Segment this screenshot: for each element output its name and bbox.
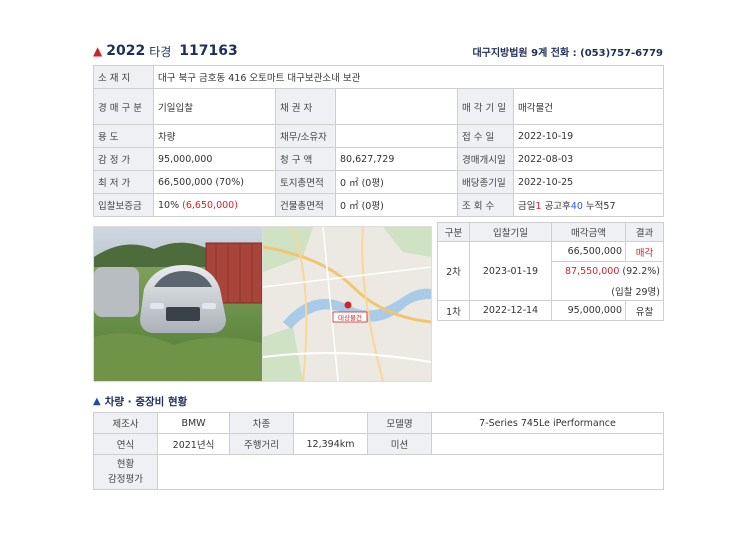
model-value: 7-Series 745Le iPerformance <box>431 412 664 434</box>
receipt-value: 2022-10-19 <box>512 124 665 148</box>
location-map[interactable]: 대상물건 <box>262 226 432 382</box>
map-marker-label: 대상물건 <box>338 313 362 322</box>
dividend-date-value: 2022-10-25 <box>512 170 665 194</box>
bid-round-1: 1차 <box>437 300 470 321</box>
arrow-up-icon: ▲ <box>93 44 103 58</box>
type-label: 차종 <box>229 412 294 434</box>
bid-header-date: 입찰기일 <box>469 222 552 242</box>
vehicle-table: 제조사 BMW 차종 모델명 7-Series 745Le iPerforman… <box>93 412 664 490</box>
map-marker-icon <box>344 301 352 309</box>
bid-history-table: 구분 입찰기일 매각금액 결과 2차 2023-01-19 66,500,000… <box>437 222 664 321</box>
sale-date-label: 매 각 기 일 <box>457 88 514 125</box>
status-appraisal-label: 현황 감정평가 <box>93 454 158 490</box>
views-value: 금일1 공고후40 누적57 <box>512 193 665 217</box>
vehicle-title-text: 차량 · 중장비 현황 <box>104 396 188 408</box>
creditor-value <box>335 88 458 125</box>
model-label: 모델명 <box>367 412 432 434</box>
auction-type-value: 기일입찰 <box>153 88 276 125</box>
appraisal-value: 95,000,000 <box>153 147 276 171</box>
bid-date-1: 2022-12-14 <box>469 300 552 321</box>
bid-bidders-2: (입찰 29명) <box>551 281 664 301</box>
maker-value: BMW <box>157 412 230 434</box>
views-notice-label: 공고후 <box>544 201 571 212</box>
map-image: 대상물건 <box>263 227 431 381</box>
case-year: 2022 <box>106 43 146 59</box>
views-total: 57 <box>603 201 616 212</box>
bid-header-amount: 매각금액 <box>551 222 626 242</box>
location-value: 대구 북구 금호동 416 오토마트 대구보관소내 보관 <box>152 65 665 89</box>
deposit-pct: 10% <box>158 199 180 211</box>
deposit-value: 10% (6,650,000) <box>153 193 276 217</box>
bid-result-2: 매각 <box>625 241 664 262</box>
case-kind: 타경 <box>149 44 172 59</box>
vehicle-photo[interactable] <box>93 226 263 382</box>
min-price-value: 66,500,000 (70%) <box>153 170 276 194</box>
bid-result-1: 유찰 <box>625 300 664 321</box>
views-total-label: 누적 <box>585 201 604 212</box>
building-area-label: 건물총면적 <box>275 193 336 217</box>
bid-sold-pct: (92.2%) <box>622 266 660 277</box>
bid-min-2: 66,500,000 <box>551 241 626 262</box>
dividend-date-label: 배당종기일 <box>457 170 514 194</box>
case-title: ▲ 2022 타경 117163 <box>93 42 238 60</box>
use-value: 차량 <box>153 124 276 148</box>
year-label: 연식 <box>93 433 158 455</box>
claim-label: 청 구 액 <box>275 147 336 171</box>
deposit-amount: (6,650,000) <box>182 199 238 211</box>
vehicle-section-title: ▲ 차량 · 중장비 현황 <box>93 394 187 409</box>
mileage-value: 12,394km <box>293 433 368 455</box>
mission-value <box>431 433 664 455</box>
start-date-label: 경매개시일 <box>457 147 514 171</box>
status-value <box>157 454 664 490</box>
location-label: 소 재 지 <box>93 65 154 89</box>
debtor-value <box>335 124 458 148</box>
creditor-label: 채 권 자 <box>275 88 336 125</box>
type-value <box>293 412 368 434</box>
case-number: 117163 <box>179 43 238 59</box>
year-value: 2021년식 <box>157 433 230 455</box>
receipt-label: 접 수 일 <box>457 124 514 148</box>
bid-amount-1: 95,000,000 <box>551 300 626 321</box>
appraisal-label: 감 정 가 <box>93 147 154 171</box>
use-label: 용 도 <box>93 124 154 148</box>
land-area-label: 토지총면적 <box>275 170 336 194</box>
status-label: 현황 <box>116 458 135 470</box>
case-info-table: 소 재 지 대구 북구 금호동 416 오토마트 대구보관소내 보관 경 매 구… <box>93 65 665 217</box>
section-arrow-icon: ▲ <box>93 396 101 407</box>
appraisal-eval-label: 감정평가 <box>108 474 143 485</box>
car-photo-image <box>94 227 262 381</box>
mission-label: 미션 <box>367 433 432 455</box>
bid-header-round: 구분 <box>437 222 470 242</box>
views-today: 1 <box>535 201 542 212</box>
start-date-value: 2022-08-03 <box>512 147 665 171</box>
building-area-value: 0 ㎡ (0평) <box>335 193 458 217</box>
deposit-label: 입찰보증금 <box>93 193 154 217</box>
auction-type-label: 경 매 구 분 <box>93 88 154 125</box>
bid-sold-2: 87,550,000 (92.2%) <box>551 261 664 281</box>
maker-label: 제조사 <box>93 412 158 434</box>
mileage-label: 주행거리 <box>229 433 294 455</box>
views-label: 조 회 수 <box>457 193 514 217</box>
bid-sold-amount: 87,550,000 <box>564 266 620 277</box>
bid-round-2: 2차 <box>437 241 470 301</box>
bid-header-result: 결과 <box>625 222 664 242</box>
sale-date-value: 매각물건 <box>512 88 665 125</box>
min-price-label: 최 저 가 <box>93 170 154 194</box>
bid-date-2: 2023-01-19 <box>469 241 552 301</box>
views-notice: 40 <box>570 201 583 212</box>
court-info: 대구지방법원 9계 전화 : (053)757-6779 <box>472 48 663 59</box>
views-today-label: 금일 <box>518 201 536 212</box>
debtor-label: 채무/소유자 <box>275 124 336 148</box>
claim-value: 80,627,729 <box>335 147 458 171</box>
land-area-value: 0 ㎡ (0평) <box>335 170 458 194</box>
